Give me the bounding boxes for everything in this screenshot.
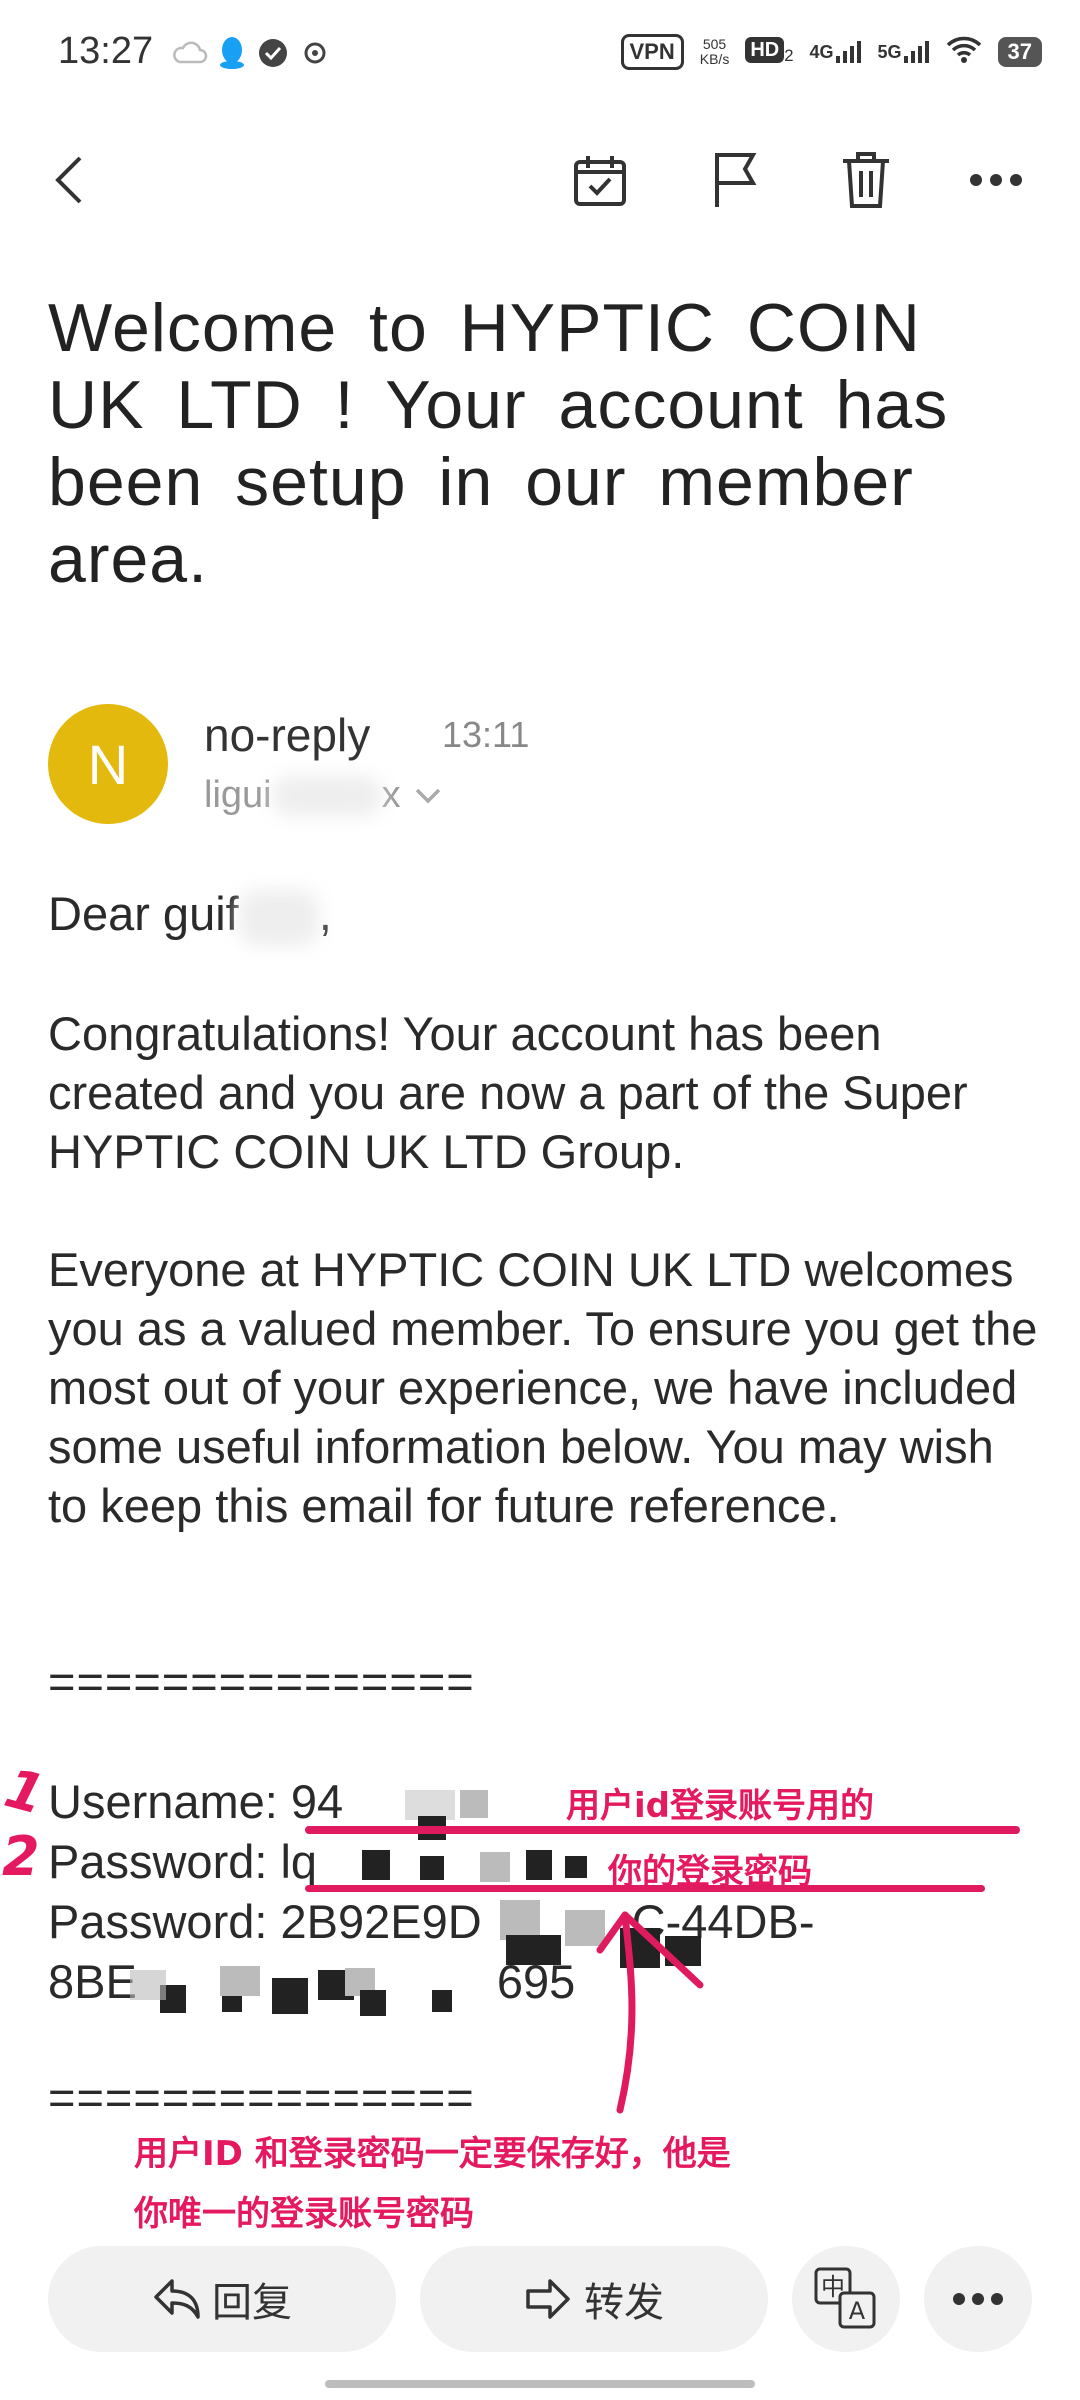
status-right-group: VPN 505 KB/s HD 2 4G 5G 37 (620, 34, 1042, 70)
greeting-end: , (318, 887, 332, 940)
trash-icon (843, 152, 889, 208)
net2-label: 5G (877, 42, 902, 62)
signal-4g-icon: 4G (809, 41, 861, 63)
more-icon (953, 2293, 1003, 2305)
sender-avatar[interactable]: N (48, 704, 168, 824)
speed-unit: KB/s (699, 51, 730, 67)
separator-top: =============== (48, 1655, 475, 1708)
translate-button[interactable]: 中 A (792, 2246, 900, 2352)
network-speed: 505 KB/s (700, 37, 730, 67)
sync-icon (302, 40, 328, 71)
mosaic-block (460, 1790, 488, 1818)
home-indicator[interactable] (325, 2380, 755, 2388)
mosaic-block (526, 1850, 552, 1880)
email-subject: Welcome to HYPTIC COIN UK LTD ! Your acc… (48, 290, 949, 597)
mosaic-block (272, 1978, 308, 2014)
reply-button[interactable]: 回复 (48, 2246, 396, 2352)
signal-5g-icon: 5G (878, 41, 930, 63)
annotation-mark-1: 1 (0, 1756, 52, 1827)
greeting: Dear guif, (48, 884, 1038, 946)
mosaic-block (500, 1900, 540, 1940)
redacted-blur (238, 889, 319, 946)
reply-label: 回复 (212, 2281, 292, 2325)
annotation-underline-username (305, 1826, 1020, 1834)
hd-label: HD (745, 36, 785, 63)
delete-button[interactable] (826, 140, 906, 220)
forward-button[interactable]: 转发 (420, 2246, 768, 2352)
battery-icon: 37 (997, 37, 1042, 67)
flag-button[interactable] (696, 140, 776, 220)
forward-arrow-icon (526, 2279, 570, 2319)
mosaic-block (360, 1990, 386, 2016)
annotation-bottom-note-line1: 用户ID 和登录密码一定要保存好，他是 (134, 2134, 731, 2174)
vpn-badge: VPN (620, 34, 684, 70)
flag-icon (715, 153, 757, 207)
sender-email-end: x (381, 774, 401, 816)
mosaic-block (432, 1990, 452, 2012)
svg-text:A: A (849, 2297, 866, 2325)
cloud-icon (172, 40, 208, 71)
annotation-username-note: 用户id登录账号用的 (566, 1786, 874, 1826)
greeting-text: Dear guif (48, 887, 239, 940)
status-time: 13:27 (58, 30, 154, 72)
mosaic-block (420, 1856, 444, 1880)
more-options-button[interactable] (956, 140, 1036, 220)
chevron-down-icon (415, 788, 440, 803)
separator-bottom: =============== (48, 2071, 475, 2124)
mosaic-block (480, 1852, 510, 1882)
forward-label: 转发 (584, 2281, 664, 2325)
username-line: Username: 94 (48, 1775, 344, 1828)
annotation-underline-password (305, 1885, 985, 1892)
calendar-check-icon (574, 156, 626, 206)
sender-time: 13:11 (442, 714, 530, 755)
sender-email[interactable]: ligui x (204, 774, 445, 817)
mosaic-block (565, 1856, 587, 1878)
mosaic-block (506, 1935, 561, 1965)
back-button[interactable] (30, 140, 110, 220)
hd-sub: 2 (784, 45, 794, 65)
mosaic-block (220, 1966, 260, 1996)
reply-arrow-icon (154, 2279, 200, 2319)
ellipsis-icon (970, 174, 1022, 186)
annotation-mark-2: 2 (2, 1825, 40, 1888)
back-arrow-icon (55, 156, 82, 204)
speed-value: 505 (702, 36, 727, 52)
sender-name[interactable]: no-reply (204, 708, 370, 762)
annotation-bottom-note-line2: 你唯一的登录账号密码 (134, 2194, 474, 2234)
translate-icon: 中 A (814, 2267, 876, 2329)
password2-line2-start: 8BE (48, 1955, 137, 2008)
check-circle-icon (258, 38, 288, 73)
hd-badge: HD 2 (745, 36, 794, 66)
redacted-blur (271, 775, 382, 816)
paragraph-welcome: Everyone at HYPTIC COIN UK LTD welcomes … (48, 1243, 1038, 1532)
password2-start: Password: 2B92E9D (48, 1895, 482, 1948)
add-to-calendar-button[interactable] (560, 140, 640, 220)
mosaic-block (362, 1850, 390, 1880)
qq-icon (218, 36, 246, 75)
paragraph-congratulations: Congratulations! Your account has been c… (48, 1007, 968, 1178)
sender-email-visible: ligui (204, 774, 272, 816)
wifi-icon (946, 35, 982, 69)
net1-label: 4G (809, 42, 834, 62)
more-actions-button[interactable] (924, 2246, 1032, 2352)
mosaic-block (130, 1970, 166, 2000)
